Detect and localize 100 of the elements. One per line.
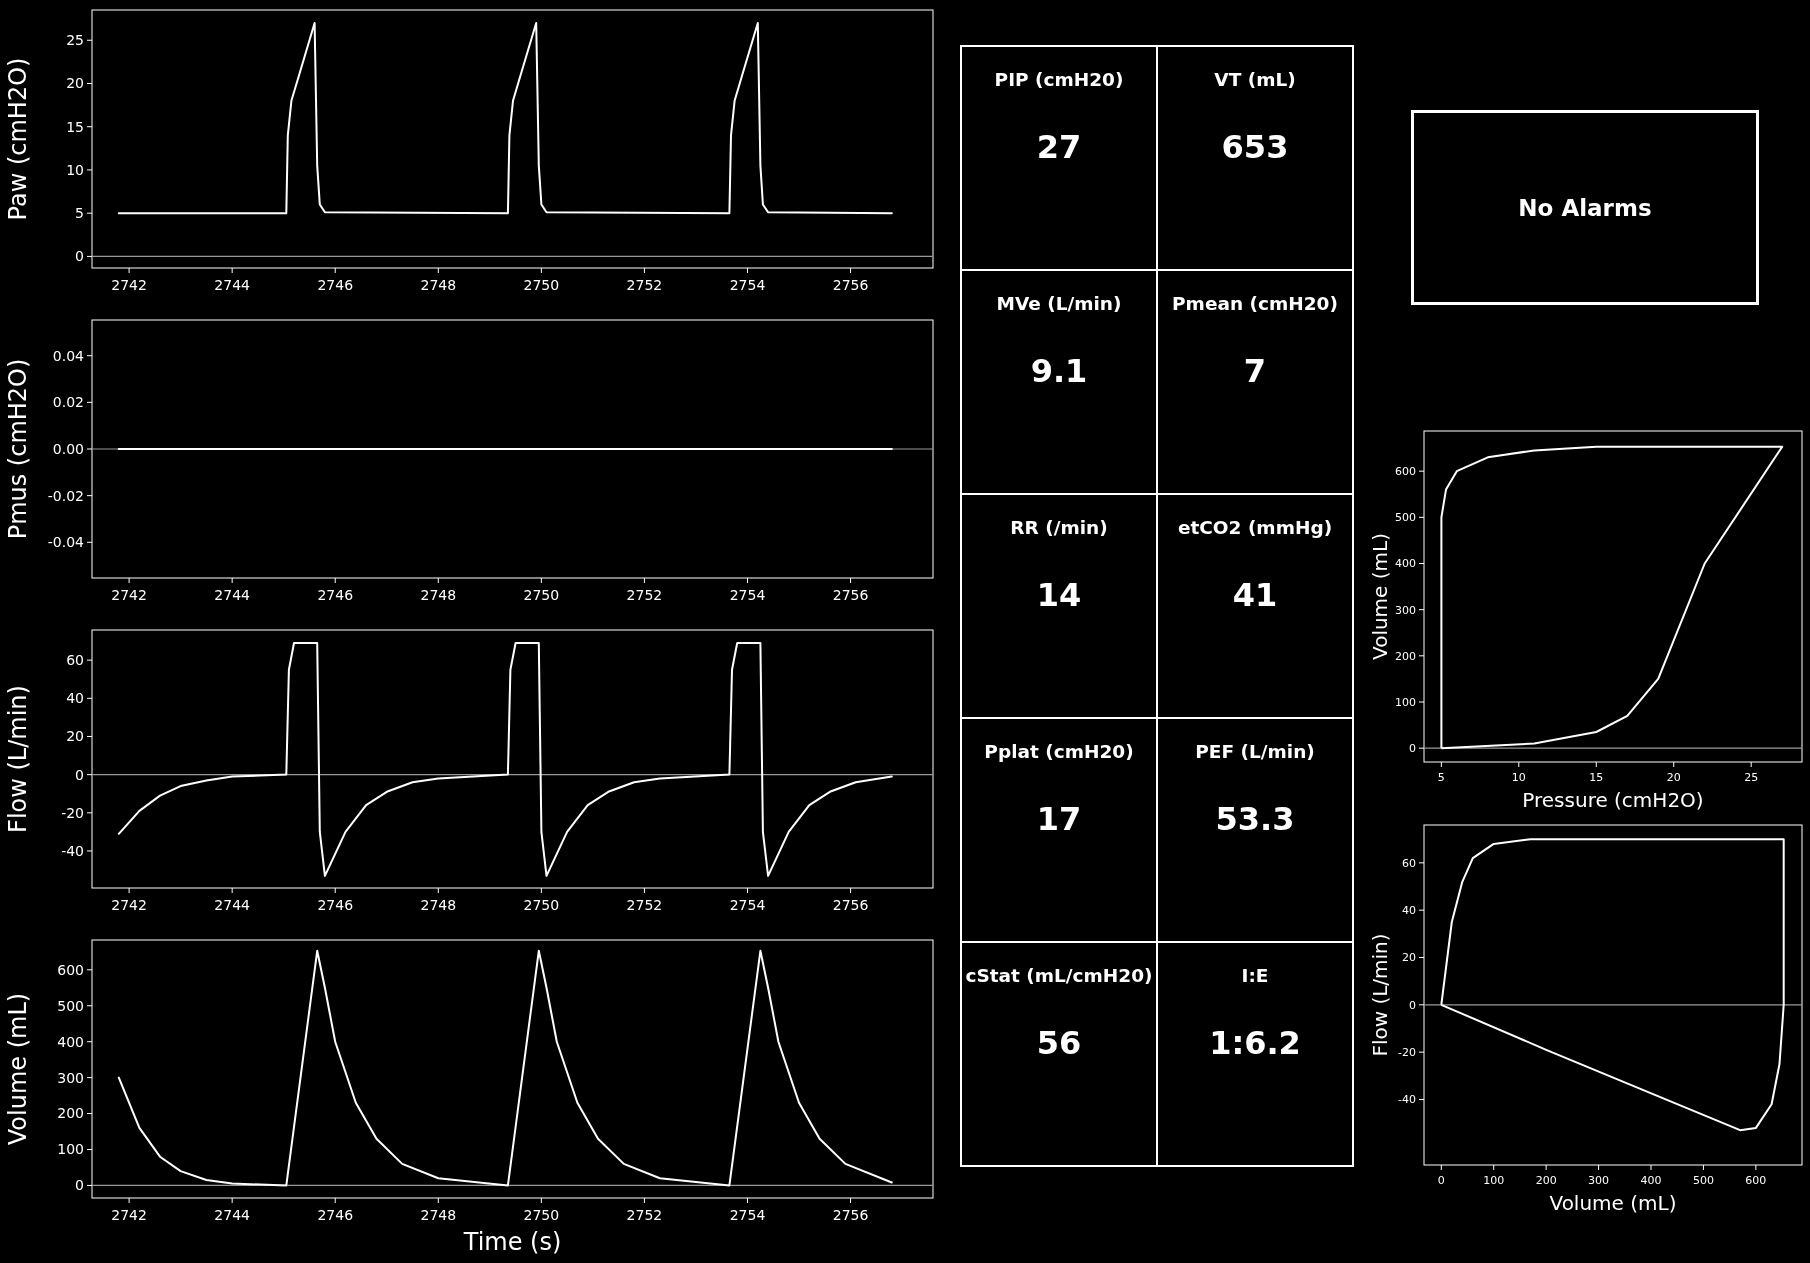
metric-label: etCO2 (mmHg): [1177, 517, 1333, 538]
tick-label: 15: [66, 118, 84, 135]
axis-label: Time (s): [463, 1228, 562, 1256]
tick-label: 25: [66, 32, 84, 49]
axis-label: Pressure (cmH2O): [1522, 788, 1704, 812]
tick-label: 2744: [214, 1207, 250, 1223]
tick-label: 2746: [317, 1207, 354, 1223]
tick-label: 2746: [317, 897, 354, 913]
tick-label: 100: [1395, 695, 1416, 709]
metric-value: 27: [1036, 128, 1082, 166]
tick-label: 0.02: [52, 394, 84, 411]
tick-label: 2750: [523, 1207, 560, 1223]
tick-label: 10: [66, 161, 84, 178]
tick-label: 0: [75, 766, 84, 783]
tick-label: 60: [1402, 856, 1416, 870]
tick-label: 200: [1395, 649, 1416, 663]
tick-label: 500: [1692, 1174, 1714, 1187]
tick-label: 0.04: [52, 347, 84, 364]
tick-label: 2742: [111, 1207, 147, 1223]
metric-label: PEF (L/min): [1195, 741, 1315, 762]
tick-label: 2754: [729, 1207, 766, 1223]
tick-label: 2752: [626, 897, 663, 913]
tick-label: 2748: [420, 1207, 457, 1223]
tick-label: 2750: [523, 277, 560, 293]
tick-label: 20: [66, 728, 84, 745]
tick-label: 2742: [111, 277, 147, 293]
tick-label: 600: [57, 961, 84, 978]
metric-label: Pplat (cmH20): [984, 741, 1134, 762]
tick-label: 15: [1589, 771, 1604, 784]
metric-value: 53.3: [1215, 800, 1295, 838]
tick-label: 2754: [729, 277, 766, 293]
tick-label: 5: [1437, 771, 1445, 784]
tick-label: 2748: [420, 277, 457, 293]
tick-label: 2750: [523, 897, 560, 913]
axis-label: Volume (mL): [1549, 1191, 1677, 1215]
tick-label: 2744: [214, 587, 250, 603]
tick-label: 2744: [214, 277, 250, 293]
metric-label: I:E: [1241, 965, 1269, 986]
tick-label: 20: [1666, 771, 1681, 784]
tick-label: 300: [1395, 603, 1416, 617]
tick-label: 500: [57, 997, 84, 1014]
tick-label: 0: [1409, 998, 1416, 1012]
tick-label: 2752: [626, 277, 663, 293]
metric-value: 653: [1221, 128, 1289, 166]
tick-label: -0.04: [47, 534, 84, 551]
metric-value: 41: [1232, 576, 1278, 614]
tick-label: 400: [1640, 1174, 1662, 1187]
tick-label: 0: [75, 1177, 84, 1194]
metric-label: MVe (L/min): [996, 293, 1122, 314]
tick-label: 2754: [729, 897, 766, 913]
tick-label: 0: [75, 248, 84, 265]
tick-label: 2754: [729, 587, 766, 603]
tick-label: 2744: [214, 897, 250, 913]
tick-label: 2742: [111, 587, 147, 603]
tick-label: 20: [66, 75, 84, 92]
metric-value: 1:6.2: [1209, 1024, 1301, 1062]
tick-label: 40: [1402, 904, 1416, 918]
tick-label: 600: [1745, 1174, 1767, 1187]
metric-value: 56: [1036, 1024, 1082, 1062]
tick-label: -0.02: [47, 487, 84, 504]
tick-label: 2742: [111, 897, 147, 913]
tick-label: 100: [1483, 1174, 1505, 1187]
metric-value: 14: [1036, 576, 1082, 614]
tick-label: 10: [1511, 771, 1526, 784]
tick-label: 2756: [832, 587, 869, 603]
tick-label: 200: [57, 1105, 84, 1122]
tick-label: 40: [66, 690, 84, 707]
tick-label: 2746: [317, 587, 354, 603]
axis-label: Flow (L/min): [4, 685, 32, 833]
tick-label: 2748: [420, 897, 457, 913]
tick-label: 400: [1395, 557, 1416, 571]
metric-label: PIP (cmH20): [994, 69, 1124, 90]
axis-label: Volume (mL): [1368, 533, 1392, 660]
tick-label: 2746: [317, 277, 354, 293]
tick-label: 0: [1409, 742, 1416, 755]
tick-label: -40: [1398, 1093, 1416, 1107]
tick-label: -20: [1398, 1046, 1416, 1059]
tick-label: 100: [57, 1141, 84, 1158]
tick-label: 500: [1395, 511, 1416, 525]
tick-label: 400: [57, 1033, 84, 1050]
tick-label: 300: [57, 1069, 84, 1086]
tick-label: 2756: [832, 1207, 869, 1223]
tick-label: 25: [1744, 771, 1759, 784]
tick-label: 600: [1395, 465, 1416, 478]
tick-label: -20: [61, 804, 84, 821]
axis-label: Volume (mL): [4, 992, 32, 1146]
tick-label: 300: [1588, 1174, 1610, 1187]
metric-value: 17: [1036, 800, 1082, 838]
axis-label: Paw (cmH2O): [4, 57, 32, 221]
axis-label: Pmus (cmH2O): [4, 358, 32, 540]
tick-label: 5: [75, 205, 84, 222]
tick-label: 2748: [420, 587, 457, 603]
tick-label: -40: [61, 842, 84, 859]
axis-label: Flow (L/min): [1368, 933, 1392, 1057]
metric-label: Pmean (cmH20): [1172, 293, 1338, 314]
tick-label: 0: [1437, 1174, 1445, 1187]
metric-label: VT (mL): [1214, 69, 1296, 90]
alarm-status: No Alarms: [1411, 110, 1759, 305]
metric-label: RR (/min): [1010, 517, 1108, 538]
tick-label: 2752: [626, 587, 663, 603]
